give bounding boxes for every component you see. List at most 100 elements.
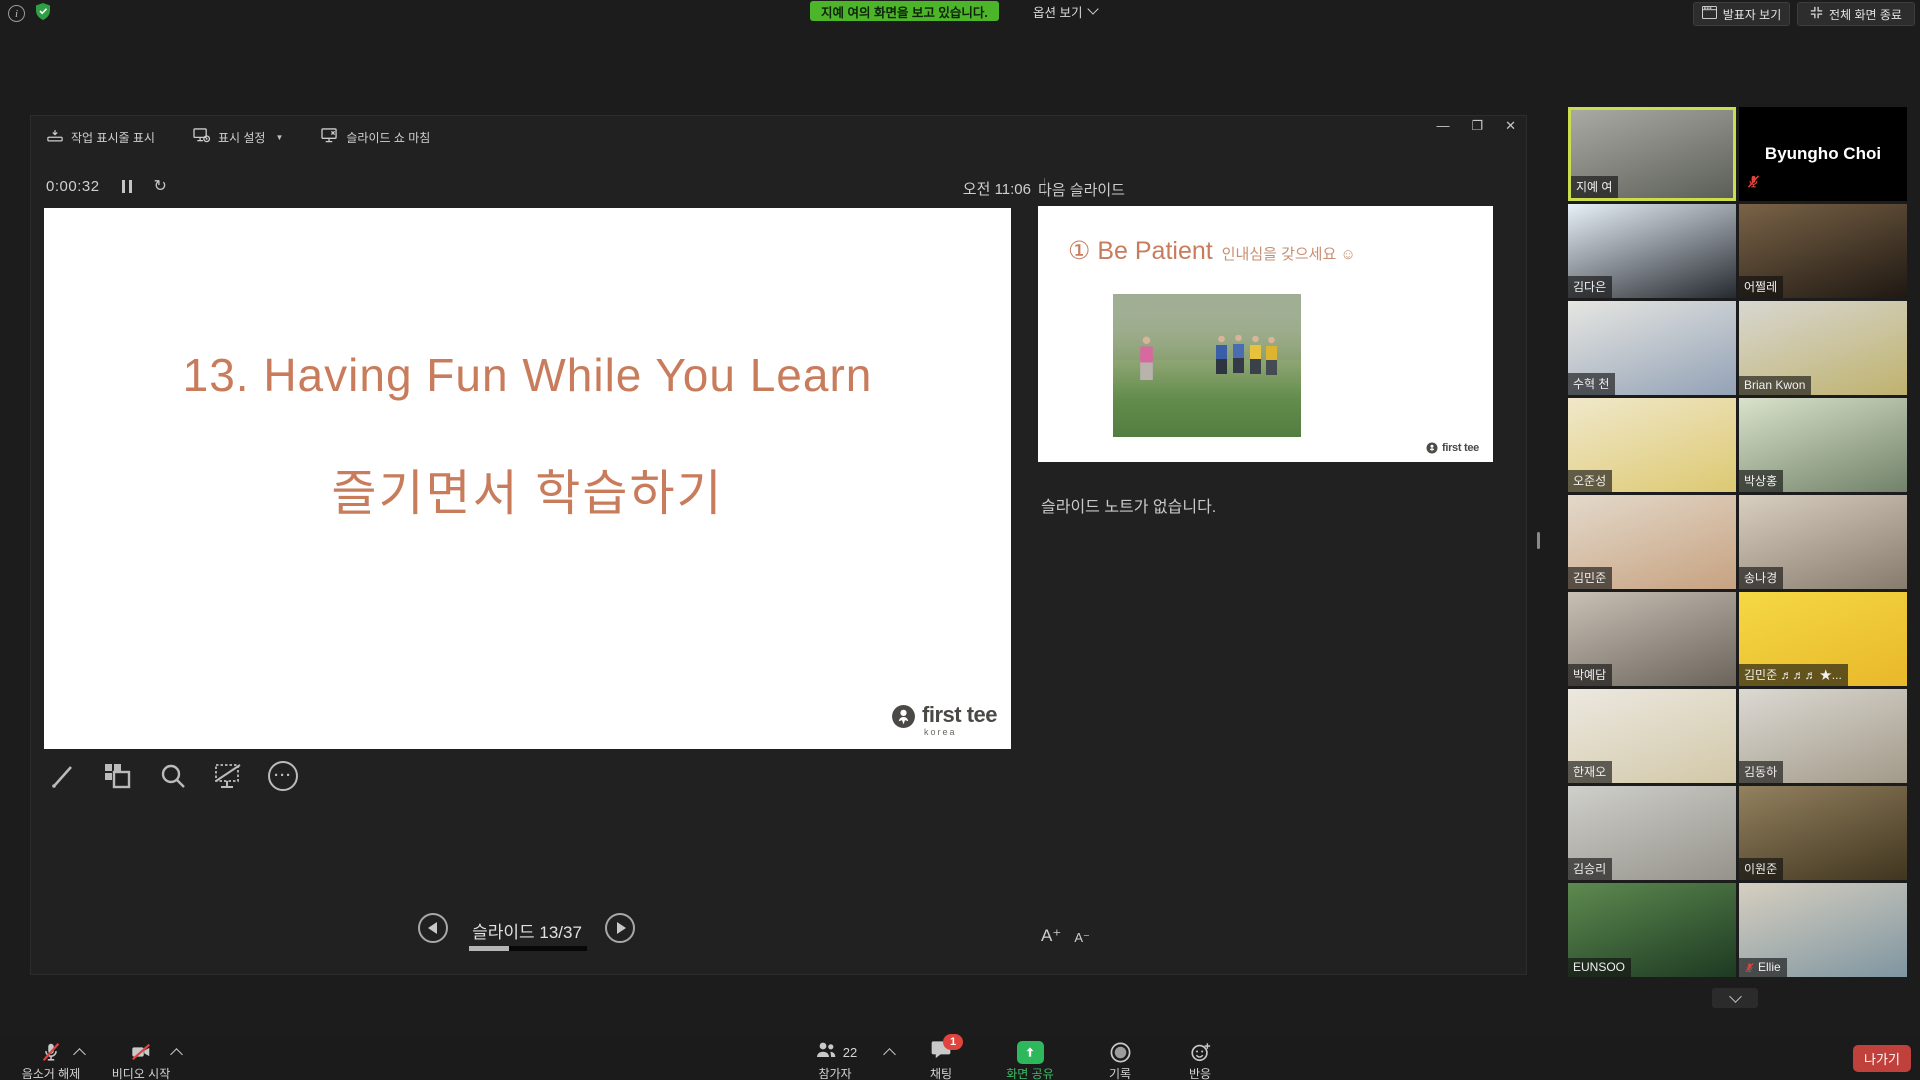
participant-tile[interactable]: 김다은 (1568, 204, 1736, 298)
participant-name: 수혁 천 (1568, 373, 1615, 395)
participant-tile[interactable]: EUNSOO (1568, 883, 1736, 977)
reactions-icon (1189, 1040, 1212, 1064)
arrow-right-icon (617, 922, 626, 934)
shield-icon[interactable] (36, 3, 50, 25)
chat-button[interactable]: 1 채팅 (910, 1040, 972, 1080)
golfer-figure (1250, 336, 1261, 378)
participant-name: 어쩔레 (1739, 276, 1783, 298)
first-tee-logo-subtext: korea (924, 727, 997, 737)
participant-tile[interactable]: 김동하 (1739, 689, 1907, 783)
first-tee-logo-icon (891, 704, 916, 729)
record-button[interactable]: 기록 (1090, 1040, 1150, 1080)
more-options-button[interactable]: ··· (268, 761, 298, 791)
participant-tile[interactable]: 김승리 (1568, 786, 1736, 880)
participants-options-caret[interactable] (883, 1048, 896, 1061)
participant-tile[interactable]: 박상홍 (1739, 398, 1907, 492)
mic-muted-icon (40, 1040, 62, 1064)
participant-tile[interactable]: 지예 여 (1568, 107, 1736, 201)
slide-sorter-button[interactable] (103, 761, 133, 791)
next-slide-label: 다음 슬라이드 (1038, 179, 1125, 200)
pane-resize-handle[interactable] (1537, 532, 1540, 549)
next-slide-title-en: ① Be Patient (1068, 237, 1213, 265)
participant-tile[interactable]: Brian Kwon (1739, 301, 1907, 395)
exit-fullscreen-button[interactable]: 전체 화면 종료 (1797, 2, 1915, 26)
restart-timer-button[interactable]: ↻ (154, 180, 167, 193)
participant-tile[interactable]: 김민준 (1568, 495, 1736, 589)
prev-slide-button[interactable] (418, 913, 448, 943)
pen-tool-button[interactable] (48, 761, 78, 791)
slide-counter: 슬라이드 13/37 (456, 918, 598, 943)
reactions-button[interactable]: 반응 (1170, 1040, 1230, 1080)
share-screen-button[interactable]: 화면 공유 (995, 1040, 1065, 1080)
font-decrease-button[interactable]: A⁻ (1074, 930, 1090, 946)
golfer-figure (1233, 335, 1244, 377)
participant-tile[interactable]: Ellie (1739, 883, 1907, 977)
maximize-button[interactable]: ❐ (1471, 118, 1483, 134)
pause-timer-button[interactable] (122, 180, 132, 193)
screen-share-banner: 지예 여의 화면을 보고 있습니다. (810, 1, 999, 21)
top-bar: i 지예 여의 화면을 보고 있습니다. 옵션 보기 발표자 보기 전체 화면 … (0, 0, 1920, 24)
zoom-slide-button[interactable] (158, 761, 188, 791)
current-time: 오전 11:06 (931, 178, 1031, 199)
first-tee-logo-small: first tee (1426, 442, 1479, 454)
display-settings-button[interactable]: 표시 설정 ▼ (193, 128, 283, 146)
font-increase-button[interactable]: A⁺ (1041, 926, 1061, 946)
reactions-label: 반응 (1189, 1065, 1211, 1080)
golf-photo (1113, 294, 1301, 437)
view-options-button[interactable]: 옵션 보기 (1025, 1, 1105, 21)
start-video-button[interactable]: 비디오 시작 (105, 1040, 177, 1080)
participants-button[interactable]: 22 참가자 (795, 1040, 875, 1080)
minimize-button[interactable]: — (1436, 118, 1449, 134)
first-tee-logo-text: first tee (922, 704, 997, 726)
slide-progress-bar (469, 946, 587, 951)
participant-name: 김다은 (1568, 276, 1612, 298)
close-button[interactable]: ✕ (1505, 118, 1516, 134)
participant-tile[interactable]: 송나경 (1739, 495, 1907, 589)
next-slide-preview: ① Be Patient인내심을 갖으세요 ☺ first tee (1038, 206, 1493, 462)
participant-tile[interactable]: 김민준 ♬♬♬ ★... (1739, 592, 1907, 686)
black-screen-button[interactable] (213, 761, 243, 791)
participant-tile[interactable]: 수혁 천 (1568, 301, 1736, 395)
participant-tile[interactable]: 한재오 (1568, 689, 1736, 783)
participant-tile[interactable]: 오준성 (1568, 398, 1736, 492)
slide-title: 13. Having Fun While You Learn (44, 348, 1011, 402)
share-screen-icon (1017, 1041, 1044, 1064)
annotation-tools: ··· (48, 761, 298, 791)
participant-name: 박상홍 (1739, 470, 1783, 492)
participant-name: 김승리 (1568, 858, 1612, 880)
record-label: 기록 (1109, 1065, 1131, 1080)
info-icon[interactable]: i (8, 5, 25, 22)
participants-icon (813, 1039, 839, 1066)
dropdown-arrow-icon: ▼ (275, 133, 283, 142)
participant-tile[interactable]: 박예담 (1568, 592, 1736, 686)
share-screen-label: 화면 공유 (1006, 1065, 1054, 1080)
show-taskbar-button[interactable]: 작업 표시줄 표시 (47, 128, 155, 146)
current-slide[interactable]: 13. Having Fun While You Learn 즐기면서 학습하기… (44, 208, 1011, 749)
participant-tile[interactable]: Byungho Choi (1739, 107, 1907, 201)
presenter-view-label: 발표자 보기 (1723, 6, 1782, 23)
display-settings-icon (193, 128, 210, 146)
grid-icon (1702, 6, 1717, 22)
end-slideshow-button[interactable]: 슬라이드 쇼 마침 (321, 128, 430, 146)
participants-grid: 지예 여Byungho Choi김다은어쩔레수혁 천Brian Kwon오준성박… (1568, 107, 1907, 977)
participant-name: 한재오 (1568, 761, 1612, 783)
participant-tile[interactable]: 이원준 (1739, 786, 1907, 880)
first-tee-logo-text: first tee (1442, 442, 1479, 454)
slide-subtitle: 즐기면서 학습하기 (44, 454, 1011, 525)
participant-name: 송나경 (1739, 567, 1783, 589)
ellipsis-icon: ··· (268, 761, 298, 791)
leave-meeting-button[interactable]: 나가기 (1853, 1045, 1911, 1072)
participant-name: Brian Kwon (1739, 376, 1811, 395)
next-slide-title: ① Be Patient인내심을 갖으세요 ☺ (1068, 236, 1356, 266)
end-slideshow-label: 슬라이드 쇼 마침 (346, 129, 430, 146)
show-taskbar-label: 작업 표시줄 표시 (71, 129, 155, 146)
presenter-view-button[interactable]: 발표자 보기 (1693, 2, 1790, 26)
slideshow-timer: 0:00:32 (46, 178, 100, 195)
unmute-button[interactable]: 음소거 해제 (15, 1040, 87, 1080)
next-slide-button[interactable] (605, 913, 635, 943)
participant-name: Byungho Choi (1739, 107, 1907, 201)
participant-tile[interactable]: 어쩔레 (1739, 204, 1907, 298)
meeting-toolbar: 음소거 해제 비디오 시작 22 참가자 1 (0, 1038, 1920, 1080)
zoom-meeting-screen: i 지예 여의 화면을 보고 있습니다. 옵션 보기 발표자 보기 전체 화면 … (0, 0, 1920, 1080)
collapse-videos-button[interactable] (1712, 988, 1758, 1008)
